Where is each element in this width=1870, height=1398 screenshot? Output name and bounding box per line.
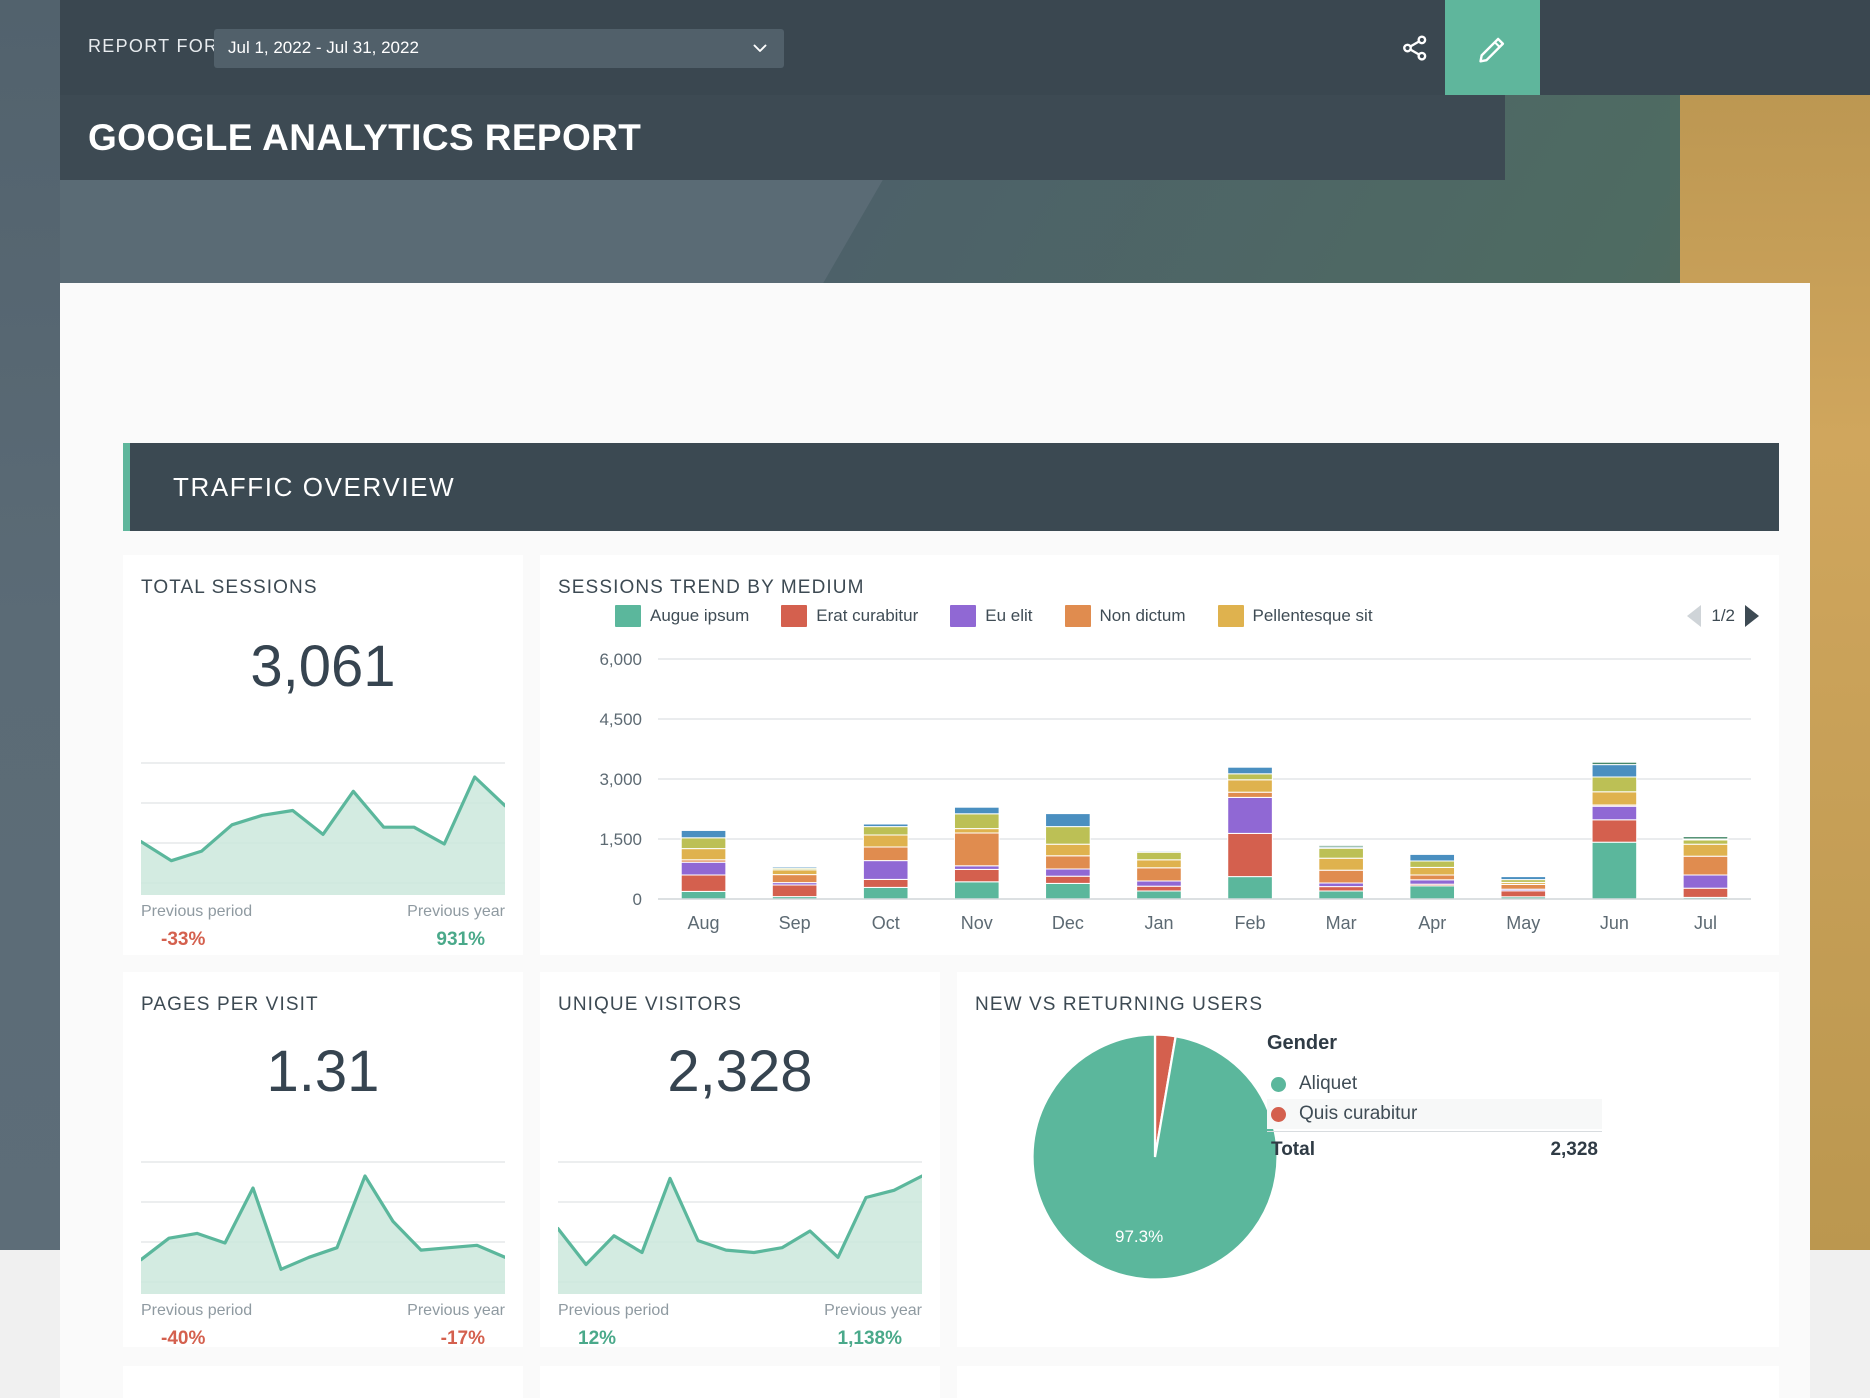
svg-text:Jul: Jul <box>1694 913 1717 933</box>
svg-text:Aug: Aug <box>688 913 720 933</box>
svg-text:1,500: 1,500 <box>599 830 642 849</box>
legend-swatch <box>950 605 976 627</box>
page-title: GOOGLE ANALYTICS REPORT <box>88 117 641 159</box>
legend-label: Pellentesque sit <box>1253 606 1373 626</box>
prev-year-value: 1,138% <box>838 1328 902 1350</box>
pie-slice-label: 97.3% <box>1115 1227 1163 1247</box>
legend-swatch <box>1218 605 1244 627</box>
svg-text:Jan: Jan <box>1144 913 1173 933</box>
kpi-value: 3,061 <box>123 633 523 700</box>
legend-swatch <box>1065 605 1091 627</box>
sparkline-pages-per-visit <box>141 1154 505 1294</box>
pie-legend-title: Gender <box>1267 1032 1602 1055</box>
svg-text:Nov: Nov <box>961 913 993 933</box>
svg-text:Sep: Sep <box>779 913 811 933</box>
pie-legend-row[interactable]: Quis curabitur <box>1267 1099 1602 1129</box>
legend-item[interactable]: Pellentesque sit <box>1218 605 1373 627</box>
triangle-right-icon[interactable] <box>1745 605 1759 627</box>
prev-period-value: -40% <box>161 1328 205 1350</box>
triangle-left-icon[interactable] <box>1687 605 1701 627</box>
svg-text:4,500: 4,500 <box>599 710 642 729</box>
prev-year-label: Previous year <box>824 1302 922 1320</box>
share-icon <box>1400 33 1430 63</box>
date-range-select[interactable]: Jul 1, 2022 - Jul 31, 2022 <box>214 29 784 68</box>
svg-text:Dec: Dec <box>1052 913 1084 933</box>
prev-period-value: -33% <box>161 929 205 951</box>
pie-legend: Gender Aliquet Quis curabitur Total 2,328 <box>1267 1032 1602 1167</box>
pie-legend-row[interactable]: Aliquet <box>1267 1069 1602 1099</box>
partial-card-2 <box>540 1366 940 1398</box>
bar-chart-plot: 0 1,500 3,000 4,500 6,000 Aug Sep Oct Nov Dec Jan F… <box>540 645 1779 945</box>
prev-period-value: 12% <box>578 1328 616 1350</box>
pie-legend-label: Aliquet <box>1299 1073 1357 1095</box>
kpi-card-total-sessions: TOTAL SESSIONS 3,061 Previous period -33… <box>123 555 523 955</box>
background-left-strip <box>0 0 60 1250</box>
svg-text:Mar: Mar <box>1326 913 1357 933</box>
date-range-value: Jul 1, 2022 - Jul 31, 2022 <box>228 38 419 58</box>
pie-total-label: Total <box>1271 1139 1315 1161</box>
pencil-icon <box>1476 31 1510 65</box>
title-band: GOOGLE ANALYTICS REPORT <box>60 95 1505 180</box>
sparkline-total-sessions <box>141 755 505 895</box>
card-title: PAGES PER VISIT <box>141 994 319 1016</box>
pie-legend-dot <box>1271 1077 1286 1092</box>
legend-swatch <box>781 605 807 627</box>
kpi-card-unique-visitors: UNIQUE VISITORS 2,328 Previous period 12… <box>540 972 940 1347</box>
pie-total-value: 2,328 <box>1550 1139 1598 1161</box>
prev-period-label: Previous period <box>141 903 252 921</box>
prev-period-label: Previous period <box>558 1302 669 1320</box>
partial-card-1 <box>123 1366 523 1398</box>
prev-year-label: Previous year <box>407 1302 505 1320</box>
pie-legend-rows: Aliquet Quis curabitur <box>1267 1069 1602 1129</box>
legend-label: Eu elit <box>985 606 1032 626</box>
share-button[interactable] <box>1384 0 1445 95</box>
pie-total-row: Total 2,328 <box>1267 1131 1602 1167</box>
chart-legend: Augue ipsum Erat curabitur Eu elit Non dict… <box>615 605 1405 627</box>
prev-year-value: 931% <box>436 929 485 951</box>
report-for-label: REPORT FOR <box>88 36 218 57</box>
legend-swatch <box>615 605 641 627</box>
legend-label: Non dictum <box>1100 606 1186 626</box>
pie-legend-dot <box>1271 1107 1286 1122</box>
section-accent-bar <box>123 443 130 531</box>
section-title: TRAFFIC OVERVIEW <box>173 472 455 503</box>
legend-item[interactable]: Augue ipsum <box>615 605 749 627</box>
kpi-value: 1.31 <box>123 1038 523 1105</box>
sparkline-unique-visitors <box>558 1154 922 1294</box>
kpi-card-pages-per-visit: PAGES PER VISIT 1.31 Previous period -40… <box>123 972 523 1347</box>
chart-card-sessions-trend: SESSIONS TREND BY MEDIUM Augue ipsum Erat… <box>540 555 1779 955</box>
legend-item[interactable]: Erat curabitur <box>781 605 918 627</box>
chart-card-new-vs-returning: NEW VS RETURNING USERS 97.3% Gender Aliq… <box>957 972 1779 1347</box>
svg-text:Jun: Jun <box>1600 913 1629 933</box>
prev-year-value: -17% <box>441 1328 485 1350</box>
svg-text:0: 0 <box>633 890 642 909</box>
svg-text:Feb: Feb <box>1235 913 1266 933</box>
kpi-value: 2,328 <box>540 1038 940 1105</box>
svg-text:6,000: 6,000 <box>599 650 642 669</box>
svg-text:Oct: Oct <box>872 913 900 933</box>
pie-chart: 97.3% <box>1030 1032 1280 1287</box>
card-title: UNIQUE VISITORS <box>558 994 742 1016</box>
partial-card-3 <box>957 1366 1779 1398</box>
chevron-down-icon <box>752 40 768 56</box>
prev-period-label: Previous period <box>141 1302 252 1320</box>
svg-text:3,000: 3,000 <box>599 770 642 789</box>
legend-item[interactable]: Non dictum <box>1065 605 1186 627</box>
svg-text:May: May <box>1506 913 1540 933</box>
pager-label: 1/2 <box>1711 606 1735 626</box>
card-title: TOTAL SESSIONS <box>141 577 318 599</box>
prev-year-label: Previous year <box>407 903 505 921</box>
svg-text:Apr: Apr <box>1418 913 1446 933</box>
card-title: NEW VS RETURNING USERS <box>975 994 1263 1016</box>
chart-pager: 1/2 <box>1687 605 1759 627</box>
section-header-traffic-overview: TRAFFIC OVERVIEW <box>123 443 1779 531</box>
legend-label: Erat curabitur <box>816 606 918 626</box>
card-title: SESSIONS TREND BY MEDIUM <box>558 577 865 599</box>
legend-item[interactable]: Eu elit <box>950 605 1032 627</box>
legend-label: Augue ipsum <box>650 606 749 626</box>
top-bar: REPORT FOR Jul 1, 2022 - Jul 31, 2022 <box>60 0 1870 95</box>
edit-button[interactable] <box>1445 0 1540 95</box>
pie-legend-label: Quis curabitur <box>1299 1103 1417 1125</box>
